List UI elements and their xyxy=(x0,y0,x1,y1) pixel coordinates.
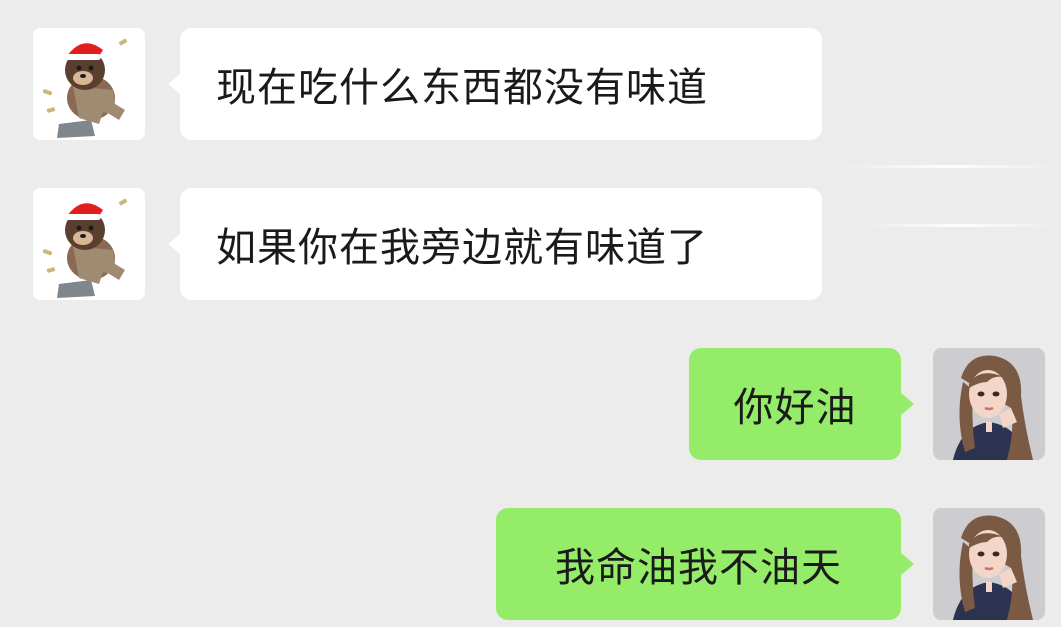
message-bubble[interactable]: 你好油 xyxy=(689,348,901,460)
background-highlight xyxy=(840,165,1061,168)
message-bubble[interactable]: 现在吃什么东西都没有味道 xyxy=(180,28,822,140)
message-text: 现在吃什么东西都没有味道 xyxy=(216,65,708,111)
bubble-tail xyxy=(901,553,914,575)
message-text: 你好油 xyxy=(733,385,857,431)
bear-santa-avatar-icon[interactable] xyxy=(33,188,145,300)
background-highlight xyxy=(860,224,1061,227)
girl-portrait-avatar-icon[interactable] xyxy=(933,348,1045,460)
message-bubble[interactable]: 我命油我不油天 xyxy=(496,508,901,620)
message-bubble[interactable]: 如果你在我旁边就有味道了 xyxy=(180,188,822,300)
girl-portrait-avatar-icon[interactable] xyxy=(933,508,1045,620)
message-text: 如果你在我旁边就有味道了 xyxy=(216,225,708,271)
bubble-tail xyxy=(901,393,914,415)
bear-santa-avatar-icon[interactable] xyxy=(33,28,145,140)
message-text: 我命油我不油天 xyxy=(555,545,842,591)
